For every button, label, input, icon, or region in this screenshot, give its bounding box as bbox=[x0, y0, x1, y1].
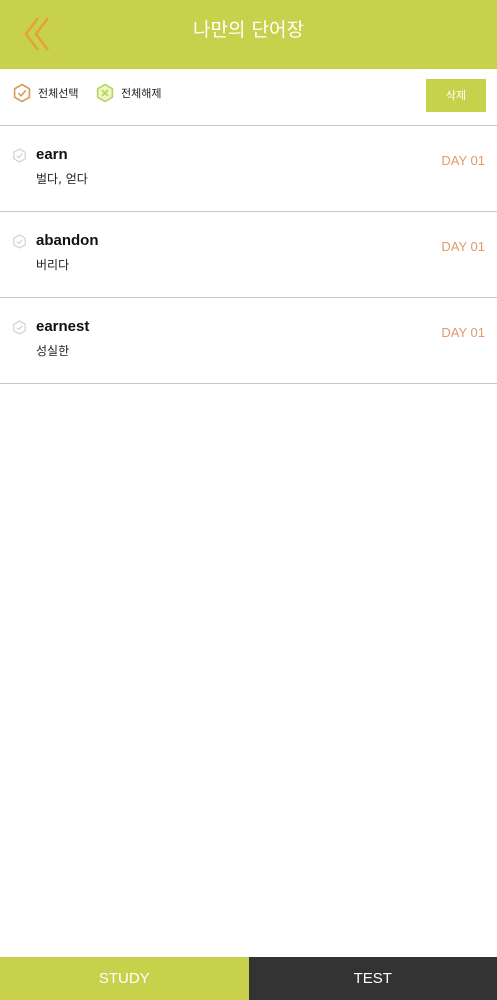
header-bar: 나만의 단어장 bbox=[0, 0, 497, 69]
word-term: abandon bbox=[36, 232, 99, 249]
bottom-nav: STUDY TEST bbox=[0, 957, 497, 1000]
selection-toolbar: 전체선택 전체해제 삭제 bbox=[0, 69, 497, 126]
page-title: 나만의 단어장 bbox=[193, 19, 304, 41]
word-term: earn bbox=[36, 146, 68, 163]
word-checkbox[interactable] bbox=[12, 320, 27, 335]
word-checkbox[interactable] bbox=[12, 148, 27, 163]
word-meaning: 성실한 bbox=[36, 344, 70, 358]
app-screen: 나만의 단어장 전체선택 전체해제 삭제 earn 벌다, 얻다 DAY 01 … bbox=[0, 0, 497, 1000]
hexagon-check-icon bbox=[13, 83, 31, 103]
hexagon-check-icon bbox=[13, 320, 26, 335]
word-day-label: DAY 01 bbox=[441, 239, 485, 254]
word-list-item[interactable]: abandon 버리다 DAY 01 bbox=[0, 212, 497, 298]
tab-study[interactable]: STUDY bbox=[0, 957, 249, 1000]
hexagon-check-icon bbox=[13, 148, 26, 163]
select-all-label: 전체선택 bbox=[38, 87, 79, 100]
deselect-all-label: 전체해제 bbox=[121, 87, 162, 100]
word-list: earn 벌다, 얻다 DAY 01 abandon 버리다 DAY 01 ea… bbox=[0, 126, 497, 384]
word-meaning: 벌다, 얻다 bbox=[36, 172, 88, 186]
word-list-item[interactable]: earn 벌다, 얻다 DAY 01 bbox=[0, 126, 497, 212]
tab-test[interactable]: TEST bbox=[248, 957, 497, 1000]
word-day-label: DAY 01 bbox=[441, 153, 485, 168]
word-checkbox[interactable] bbox=[12, 234, 27, 249]
hexagon-x-icon bbox=[96, 83, 114, 103]
deselect-all-button[interactable]: 전체해제 bbox=[95, 82, 161, 104]
hexagon-check-icon bbox=[13, 234, 26, 249]
select-all-button[interactable]: 전체선택 bbox=[12, 82, 78, 104]
word-term: earnest bbox=[36, 318, 90, 335]
word-meaning: 버리다 bbox=[36, 258, 70, 272]
word-list-item[interactable]: earnest 성실한 DAY 01 bbox=[0, 298, 497, 384]
word-day-label: DAY 01 bbox=[441, 325, 485, 340]
delete-button[interactable]: 삭제 bbox=[426, 79, 486, 112]
